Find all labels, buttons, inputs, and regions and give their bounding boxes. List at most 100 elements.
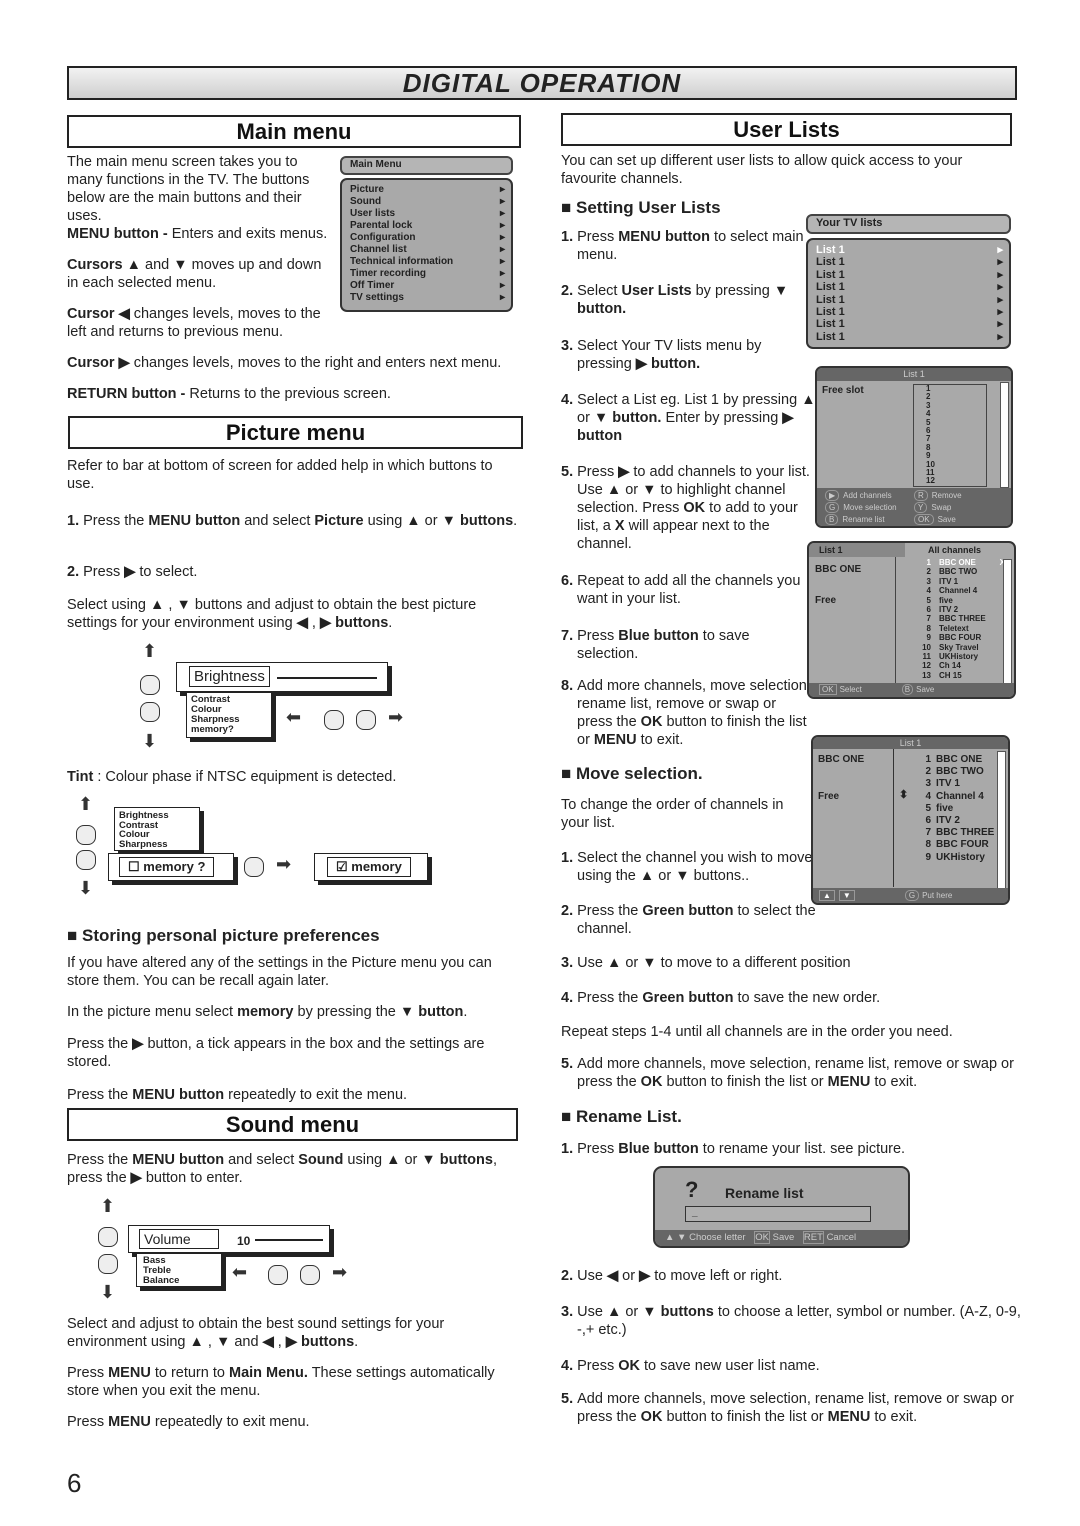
rename-input[interactable]: _ xyxy=(685,1206,871,1222)
picture-item: memory? xyxy=(191,724,234,735)
text-segment: buttons xyxy=(435,1152,493,1168)
user-step-1: 1. Press MENU button to select main menu… xyxy=(561,228,812,264)
user-step-3: 3. Select Your TV lists menu by pressing… xyxy=(561,337,812,373)
tv-list-item[interactable]: List 1 ▸ xyxy=(808,306,1009,318)
channel-row[interactable]: 8 BBC FOUR xyxy=(915,839,1000,851)
text-segment: 3. xyxy=(561,955,578,971)
menu-item-label: Timer recording xyxy=(350,268,426,279)
text-segment: 2. xyxy=(561,1268,578,1284)
chevron-right-icon: ▸ xyxy=(499,292,505,303)
scrollbar[interactable] xyxy=(1000,382,1009,488)
text-segment: . xyxy=(388,615,393,631)
tv-list-label: List 1 xyxy=(816,318,845,331)
cursors-desc: Cursors ▲ and ▼ moves up and down in eac… xyxy=(67,256,332,292)
key-r-icon: R xyxy=(914,490,928,501)
tv-list-item[interactable]: List 1 ▸ xyxy=(808,244,1009,256)
channel-row[interactable]: 5 five xyxy=(909,596,1005,605)
channel-number: 1 xyxy=(925,754,931,765)
channel-row[interactable]: 11 UKHistory xyxy=(909,652,1005,661)
text-segment: , xyxy=(307,615,320,631)
arrow-left-icon: ⬅ xyxy=(286,707,302,727)
tv-list-item[interactable]: List 1 ▸ xyxy=(808,294,1009,306)
text-segment: Green button xyxy=(642,990,734,1006)
tv-list-item[interactable]: List 1 ▸ xyxy=(808,269,1009,281)
text-segment: 6. xyxy=(561,573,578,589)
text-segment: Press the xyxy=(67,1087,133,1103)
text-segment: to return to xyxy=(150,1365,229,1381)
channel-row[interactable]: 10 Sky Travel xyxy=(909,643,1005,652)
channel-row[interactable]: 2 BBC TWO xyxy=(909,567,1005,576)
all-channels-screen: List 1All channelsBBC ONEFree1BBC ONEX2B… xyxy=(807,541,1016,699)
channel-row[interactable]: 1 BBC ONE xyxy=(915,754,1000,766)
channel-number: 3 xyxy=(925,778,931,790)
menu-item: Picture ▸ xyxy=(342,184,511,196)
channel-row[interactable]: 8 Teletext xyxy=(909,624,1005,633)
channel-row[interactable]: 3 ITV 1 xyxy=(915,778,1000,790)
move-cursor-icon: ⬍ xyxy=(899,789,909,801)
text-segment: ▼ button. xyxy=(593,410,662,426)
arrow-down-icon: ⬇ xyxy=(142,731,158,751)
text-segment: to rename your list. see picture. xyxy=(698,1141,906,1157)
scrollbar[interactable] xyxy=(997,751,1006,891)
text-segment: 1. xyxy=(561,1141,578,1157)
menu-item: Technical information ▸ xyxy=(342,256,511,268)
channel-row[interactable]: 9 UKHistory xyxy=(915,852,1000,864)
text-segment: Use xyxy=(577,1304,607,1320)
menu-item-label: Channel list xyxy=(350,244,407,255)
text-segment: 4. xyxy=(561,990,578,1006)
return-button-desc: RETURN button - Returns to the previous … xyxy=(67,385,527,403)
text-segment: ▼ xyxy=(642,1304,657,1320)
channel-name: BBC TWO xyxy=(939,567,978,577)
channel-row[interactable]: 1BBC ONEX xyxy=(909,558,1005,567)
channel-row[interactable]: 12 Ch 14 xyxy=(909,661,1005,670)
channel-row[interactable]: 7 BBC THREE xyxy=(909,614,1005,623)
tv-list-label: List 1 xyxy=(816,256,845,269)
brightness-bar: Brightness xyxy=(176,662,388,692)
channel-number: 9 xyxy=(926,633,931,643)
text-segment: or xyxy=(420,513,442,529)
channel-row[interactable]: 6 ITV 2 xyxy=(909,605,1005,614)
channel-number: 12 xyxy=(922,661,931,671)
text-segment: or xyxy=(577,410,594,426)
slot-number: 3 xyxy=(926,400,931,410)
channel-row[interactable]: 3 ITV 1 xyxy=(909,577,1005,586)
slot-number: 10 xyxy=(926,459,935,469)
channel-row[interactable]: 6 ITV 2 xyxy=(915,815,1000,827)
free-slot-label: Free slot xyxy=(822,385,864,396)
text-segment: Returns to the previous screen. xyxy=(189,386,391,402)
text-segment: memory xyxy=(237,1004,294,1020)
sound-menu-diagram: ⬆ ⬇ Volume 10 Bass Treble Balance ⬅ ➡ xyxy=(96,1197,376,1309)
chevron-right-icon: ▸ xyxy=(499,208,505,219)
channel-name: BBC FOUR xyxy=(936,839,989,851)
channel-row[interactable]: 9 BBC FOUR xyxy=(909,633,1005,642)
channel-row[interactable]: 4 Channel 4 xyxy=(909,586,1005,595)
channel-name: UKHistory xyxy=(936,851,985,863)
tv-list-item[interactable]: List 1 ▸ xyxy=(808,318,1009,330)
channel-row[interactable]: 5 five xyxy=(915,803,1000,815)
channel-row[interactable]: 2 BBC TWO xyxy=(915,766,1000,778)
sound-p4: Press MENU repeatedly to exit menu. xyxy=(67,1413,512,1431)
arrow-up-icon: ⬆ xyxy=(78,794,94,814)
text-segment: Main Menu. xyxy=(228,1365,308,1381)
help-cancel: Cancel xyxy=(826,1232,857,1243)
ret-key: RET xyxy=(802,1231,824,1244)
text-segment: 1. xyxy=(67,513,84,529)
channel-name: BBC FOUR xyxy=(939,633,982,643)
tv-list-item[interactable]: List 1 ▸ xyxy=(808,281,1009,293)
text-segment: to exit. xyxy=(870,1074,918,1090)
up-key-icon: ▲ ▼ xyxy=(665,1232,690,1243)
scrollbar[interactable] xyxy=(1003,559,1012,685)
move-selection-heading: ■ Move selection. xyxy=(561,764,703,783)
help-label: Move selection xyxy=(843,503,897,512)
tv-list-item[interactable]: List 1 ▸ xyxy=(808,256,1009,268)
text-segment: OK xyxy=(618,1358,640,1374)
text-segment: Cursor ▶ xyxy=(67,355,130,371)
chevron-right-icon: ▸ xyxy=(997,268,1003,281)
channel-row[interactable]: 7 BBC THREE xyxy=(915,827,1000,839)
help-label: Rename list xyxy=(842,515,885,524)
channel-row[interactable]: 4 Channel 4 xyxy=(915,791,1000,803)
channel-number: 4 xyxy=(926,586,931,596)
tv-list-label: List 1 xyxy=(816,244,845,256)
channel-row[interactable]: 13 CH 15 xyxy=(909,671,1005,680)
tv-list-item[interactable]: List 1 ▸ xyxy=(808,331,1009,343)
